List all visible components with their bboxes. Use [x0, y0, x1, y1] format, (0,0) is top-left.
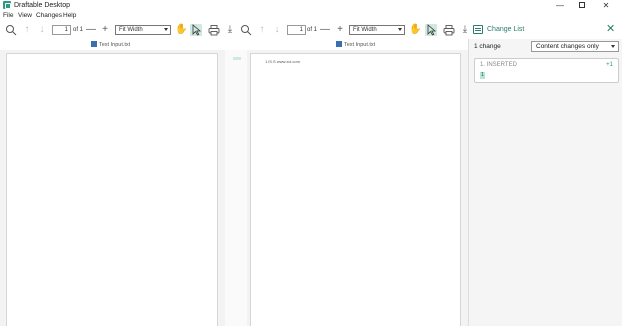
change-filter-value: Content changes only — [536, 43, 599, 50]
menu-view[interactable]: View — [18, 12, 32, 20]
left-file-name: Text Input.txt — [99, 42, 131, 48]
left-download-icon[interactable]: ⤓ — [224, 24, 236, 36]
right-zoom-in-plus-icon[interactable]: + — [334, 24, 346, 36]
chevron-down-icon — [164, 28, 168, 31]
left-zoom-select[interactable]: Fit Width — [115, 25, 171, 35]
right-file-name: Text Input.txt — [344, 42, 376, 48]
menu-changes[interactable]: Changes — [36, 12, 62, 20]
change-list-icon[interactable] — [473, 25, 483, 34]
left-pan-hand-icon[interactable]: ✋ — [175, 24, 187, 36]
right-document-page: 1 iS.S www.xcl.com — [250, 53, 461, 326]
file-icon — [336, 41, 342, 47]
change-filter-select[interactable]: Content changes only — [531, 41, 619, 52]
maximize-button[interactable] — [574, 0, 590, 11]
left-zoom-in-plus-icon[interactable]: + — [99, 24, 111, 36]
left-zoom-value: Fit Width — [119, 27, 143, 33]
left-prev-page-icon[interactable]: ↑ — [21, 24, 33, 36]
app-title: Draftable Desktop — [14, 2, 71, 9]
change-item[interactable]: 1. INSERTED +1 1 — [474, 58, 619, 83]
change-list-panel: 1 change Content changes only 1. INSERTE… — [468, 39, 622, 326]
change-delta-badge: +1 — [606, 62, 613, 68]
change-marker[interactable] — [233, 57, 241, 60]
file-icon — [91, 41, 97, 47]
left-next-page-icon[interactable]: ↓ — [36, 24, 48, 36]
chevron-down-icon — [611, 45, 615, 48]
left-print-icon[interactable] — [208, 24, 220, 36]
left-document-page — [6, 53, 218, 326]
minimize-button[interactable]: — — [552, 0, 568, 11]
change-inserted-value: 1 — [480, 72, 486, 79]
right-download-icon[interactable]: ⤓ — [459, 24, 471, 36]
right-select-pointer-icon[interactable] — [425, 24, 437, 36]
left-select-pointer-icon[interactable] — [190, 24, 202, 36]
right-file-tab: Text Input.txt — [336, 41, 375, 49]
right-zoom-out-minus-icon[interactable]: — — [319, 24, 331, 36]
right-zoom-search-icon[interactable] — [240, 24, 252, 36]
left-zoom-search-icon[interactable] — [5, 24, 17, 36]
left-page-number-input[interactable]: 1 — [52, 25, 71, 35]
left-file-tab: Text Input.txt — [91, 41, 130, 49]
right-page-of-label: of 1 — [307, 27, 318, 33]
right-zoom-select[interactable]: Fit Width — [349, 25, 405, 35]
right-pan-hand-icon[interactable]: ✋ — [409, 24, 421, 36]
menu-file[interactable]: File — [3, 12, 13, 20]
toolbar: ↑ ↓ 1 of 1 — + Fit Width ✋ ⤓ ↑ ↓ 1 of 1 … — [0, 21, 622, 39]
right-prev-page-icon[interactable]: ↑ — [256, 24, 268, 36]
right-next-page-icon[interactable]: ↓ — [271, 24, 283, 36]
left-page-of-label: of 1 — [73, 27, 84, 33]
menu-help[interactable]: Help — [63, 12, 76, 20]
change-count: 1 change — [474, 43, 501, 50]
chevron-down-icon — [398, 28, 402, 31]
app-logo-icon — [3, 1, 11, 9]
change-type-label: 1. INSERTED — [480, 62, 517, 68]
right-page-number-input[interactable]: 1 — [287, 25, 306, 35]
window-close-button[interactable]: ✕ — [598, 0, 614, 11]
menu-bar: File View Changes Help — [0, 11, 622, 21]
right-print-icon[interactable] — [443, 24, 455, 36]
change-list-title[interactable]: Change List — [487, 25, 524, 34]
right-zoom-value: Fit Width — [353, 27, 377, 33]
close-panel-button[interactable]: ✕ — [606, 23, 615, 36]
maximize-icon — [579, 2, 585, 8]
right-document-viewer[interactable]: 1 iS.S www.xcl.com — [247, 50, 468, 326]
left-document-viewer[interactable] — [0, 50, 225, 326]
right-page-content: 1 iS.S www.xcl.com — [265, 59, 300, 64]
title-bar: Draftable Desktop — ✕ — [0, 0, 622, 11]
left-zoom-out-minus-icon[interactable]: — — [85, 24, 97, 36]
pane-splitter[interactable] — [225, 50, 247, 326]
